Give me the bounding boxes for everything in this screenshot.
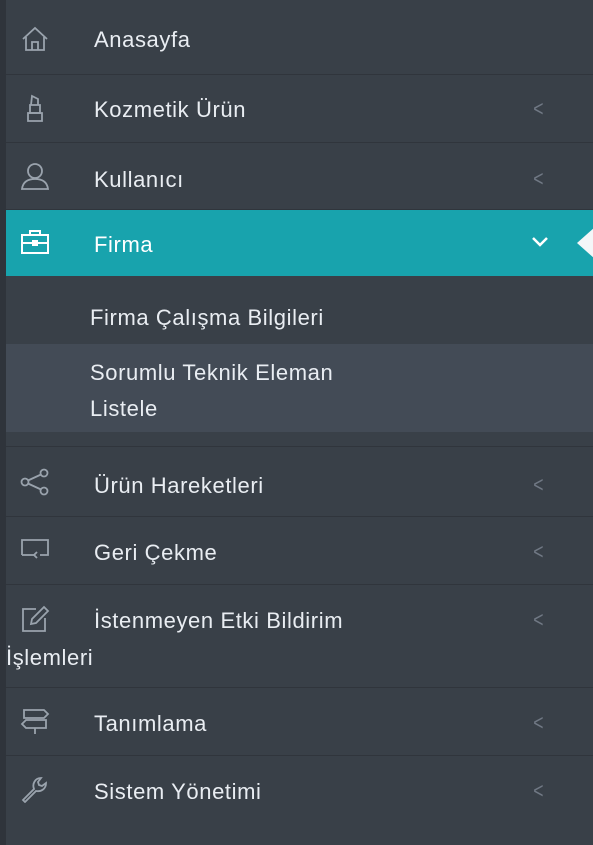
menu-item-kullanici[interactable]: Kullanıcı < xyxy=(6,143,593,210)
menu-item-sistem-yonetimi[interactable]: Sistem Yönetimi < xyxy=(6,756,593,824)
menu-item-geri-cekme[interactable]: Geri Çekme < xyxy=(6,517,593,585)
chevron-left-icon: < xyxy=(533,96,544,121)
chevron-left-icon: < xyxy=(533,539,544,564)
chevron-left-icon: < xyxy=(533,472,544,497)
lipstick-icon xyxy=(18,91,52,125)
menu-item-anasayfa[interactable]: Anasayfa xyxy=(6,0,593,75)
return-icon xyxy=(18,533,52,567)
menu-item-label: Geri Çekme xyxy=(94,540,218,565)
menu-item-label: Kullanıcı xyxy=(94,167,184,192)
menu-item-urun-hareketleri[interactable]: Ürün Hareketleri < xyxy=(6,447,593,517)
active-pointer-icon xyxy=(577,227,593,259)
menu-item-tanimlama[interactable]: Tanımlama < xyxy=(6,688,593,756)
submenu-item-label: Firma Çalışma Bilgileri xyxy=(90,305,324,330)
menu-item-label: Ürün Hareketleri xyxy=(94,473,264,498)
briefcase-icon xyxy=(18,225,52,259)
chevron-left-icon: < xyxy=(533,607,544,632)
menu-item-istenmeyen-etki-bildirim[interactable]: İstenmeyen Etki Bildirim İşlemleri < xyxy=(6,585,593,688)
chevron-left-icon: < xyxy=(533,778,544,803)
submenu-divider xyxy=(6,432,593,447)
menu-item-label: Anasayfa xyxy=(94,27,191,52)
edit-icon xyxy=(18,602,52,636)
submenu-item-sorumlu-teknik-eleman-listele[interactable]: Sorumlu Teknik Eleman Listele xyxy=(6,344,593,432)
home-icon xyxy=(18,22,52,56)
menu-item-label-continued: İşlemleri xyxy=(6,645,94,670)
signpost-icon xyxy=(18,704,52,738)
share-icon xyxy=(18,465,52,499)
menu-item-label: İstenmeyen Etki Bildirim xyxy=(94,608,344,633)
sidebar-menu: Anasayfa Kozmetik Ürün < Kullanıcı < Fir… xyxy=(0,0,593,845)
menu-item-label: Sistem Yönetimi xyxy=(94,779,262,804)
submenu-item-firma-calisma-bilgileri[interactable]: Firma Çalışma Bilgileri xyxy=(6,276,593,344)
chevron-left-icon: < xyxy=(533,710,544,735)
submenu-item-label: Sorumlu Teknik Eleman Listele xyxy=(90,360,334,421)
chevron-down-icon xyxy=(531,236,549,248)
menu-item-label: Firma xyxy=(94,232,154,257)
menu-item-firma[interactable]: Firma xyxy=(6,210,593,276)
menu-item-kozmetik-urun[interactable]: Kozmetik Ürün < xyxy=(6,75,593,143)
wrench-icon xyxy=(18,772,52,806)
menu-item-label: Tanımlama xyxy=(94,711,207,736)
user-icon xyxy=(18,159,52,193)
menu-item-label: Kozmetik Ürün xyxy=(94,97,247,122)
chevron-left-icon: < xyxy=(533,166,544,191)
